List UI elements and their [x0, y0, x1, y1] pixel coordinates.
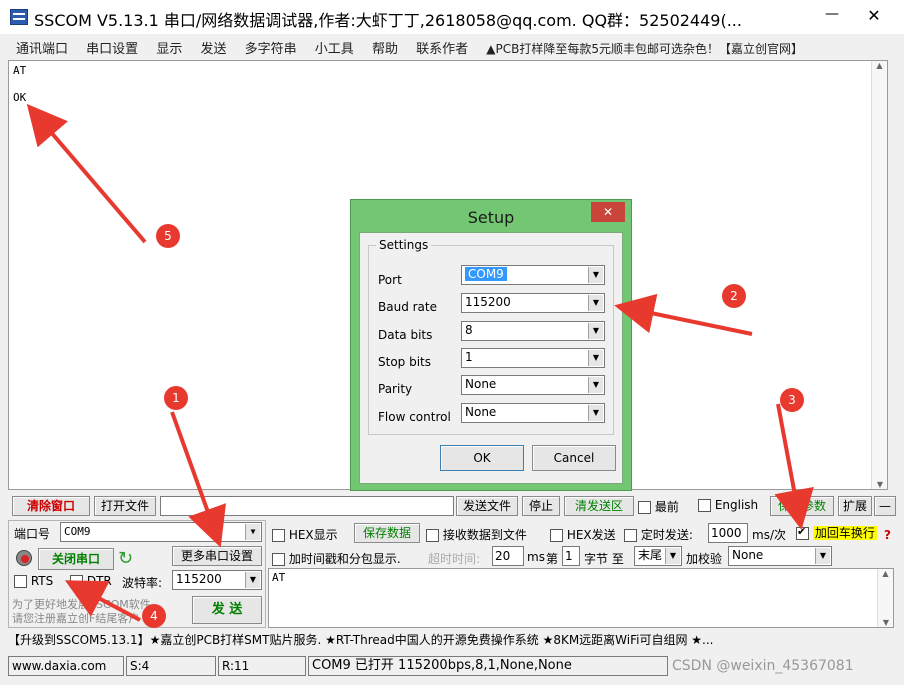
arrow-4 — [64, 580, 141, 622]
arrow-2 — [614, 293, 753, 336]
annotation-arrows — [26, 103, 814, 622]
annotation-badge-1: 1 — [164, 386, 188, 410]
annotation-badge-5: 5 — [156, 224, 180, 248]
annotation-badge-4: 4 — [142, 604, 166, 628]
annotation-badge-2: 2 — [722, 284, 746, 308]
annotation-badge-3: 3 — [780, 388, 804, 412]
arrow-3 — [774, 403, 814, 530]
arrow-5 — [26, 103, 147, 244]
arrow-1 — [170, 411, 226, 548]
